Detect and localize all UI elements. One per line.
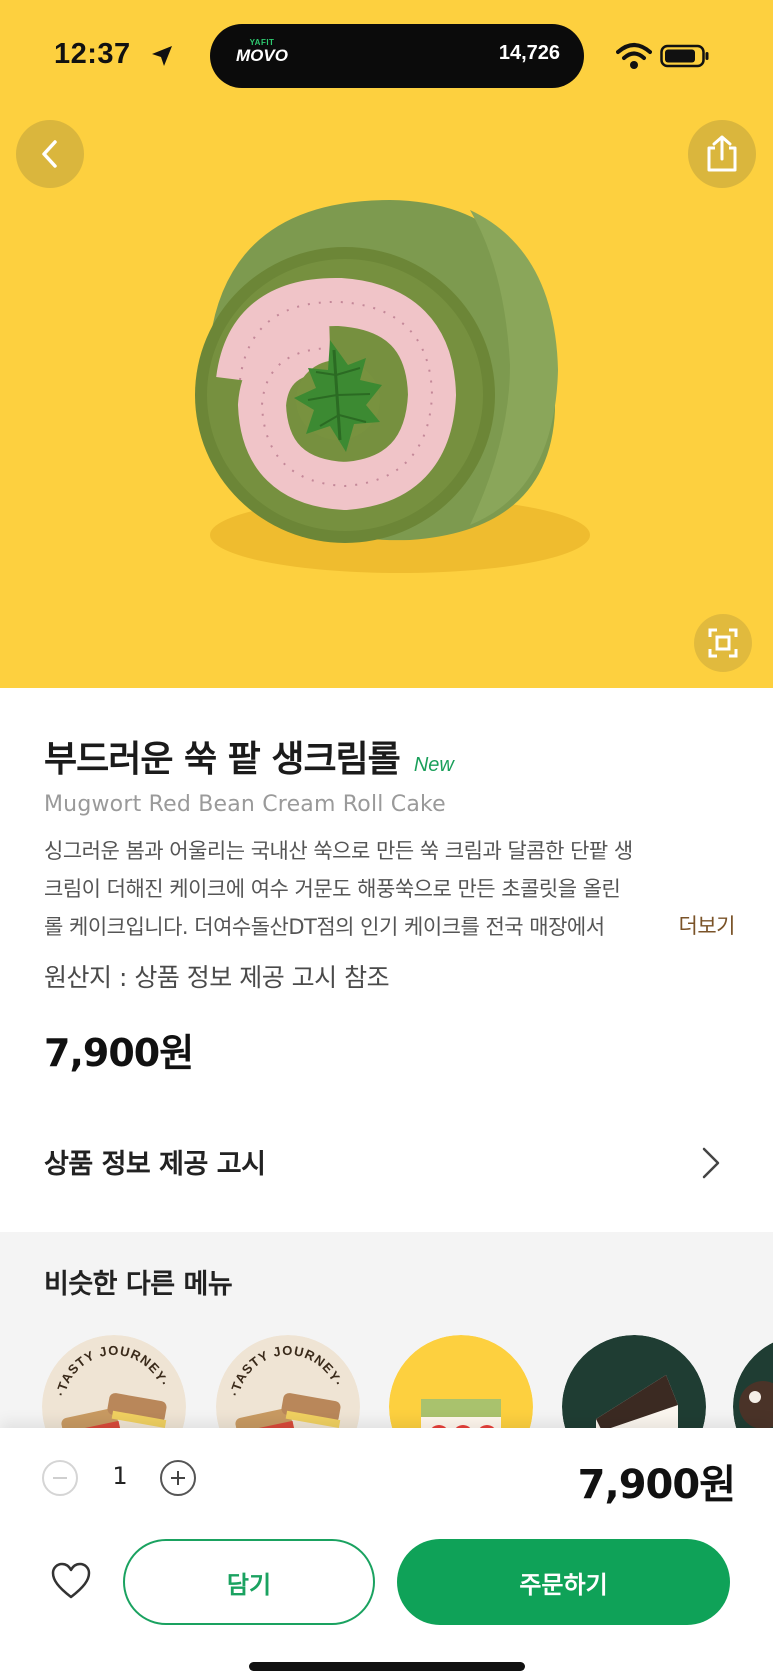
product-price: 7,900원	[44, 1031, 194, 1075]
origin-info: 원산지 : 상품 정보 제공 고시 참조	[44, 963, 390, 992]
share-icon	[707, 135, 737, 172]
order-bar: 1 7,900원 담기 주문하기	[0, 1428, 773, 1679]
product-name-en: Mugwort Red Bean Cream Roll Cake	[44, 792, 446, 817]
step-count: 14,726	[498, 42, 560, 64]
more-button[interactable]: 더보기	[620, 906, 736, 944]
battery-icon	[660, 44, 709, 68]
back-button[interactable]	[16, 120, 84, 188]
more-label: 더보기	[678, 914, 736, 938]
chevron-left-icon	[42, 140, 57, 168]
cake-image	[562, 1335, 706, 1432]
quantity-increase-button[interactable]	[160, 1460, 196, 1496]
similar-item-sandwich[interactable]: ·TASTY JOURNEY·	[216, 1335, 360, 1432]
location-arrow-icon	[152, 46, 172, 66]
heart-icon[interactable]	[50, 1562, 92, 1600]
product-name: 부드러운 쑥 팥 생크림롤	[44, 739, 401, 780]
wifi-icon	[616, 43, 652, 69]
cake-image	[733, 1342, 773, 1432]
order-label: 주문하기	[519, 1570, 608, 1599]
fullscreen-icon	[708, 628, 738, 658]
dynamic-island: YAFIT MOVO 14,726	[210, 24, 584, 88]
fullscreen-button[interactable]	[694, 614, 752, 672]
order-button[interactable]: 주문하기	[397, 1539, 730, 1625]
status-time: 12:37	[54, 38, 131, 70]
cake-image	[389, 1335, 533, 1432]
mugwort-roll-cake-image	[195, 200, 590, 573]
product-hero-image: 12:37 YAFIT MOVO 14,726	[0, 0, 773, 688]
similar-item-chocolate-cake[interactable]	[733, 1335, 773, 1432]
similar-item-matcha-strawberry-cake[interactable]	[389, 1335, 533, 1432]
sandwich-image: ·TASTY JOURNEY·	[216, 1335, 360, 1432]
product-notice-link[interactable]: 상품 정보 제공 고시	[0, 1125, 773, 1197]
description-line: 크림이 더해진 케이크에 여수 거문도 해풍쑥으로 만든 초콜릿을 올린	[44, 877, 621, 901]
step-app-logo-text: MOVO	[236, 46, 288, 65]
product-notice-label: 상품 정보 제공 고시	[44, 1148, 266, 1180]
step-app-logo: YAFIT MOVO	[232, 38, 292, 66]
new-badge: New	[413, 754, 454, 776]
total-price: 7,900원	[577, 1462, 736, 1508]
similar-menu-section: 비슷한 다른 메뉴 ·TASTY JOURNEY· ·TASTY JOURNEY…	[0, 1232, 773, 1432]
sandwich-image: ·TASTY JOURNEY·	[42, 1335, 186, 1432]
chevron-right-icon	[702, 1147, 720, 1179]
product-title-row: 부드러운 쑥 팥 생크림롤 New	[44, 730, 454, 782]
share-button[interactable]	[688, 120, 756, 188]
similar-item-strawberry-cake[interactable]	[562, 1335, 706, 1432]
quantity-value: 1	[112, 1462, 128, 1490]
similar-item-sandwich[interactable]: ·TASTY JOURNEY·	[42, 1335, 186, 1432]
add-to-cart-label: 담기	[226, 1570, 272, 1599]
add-to-cart-button[interactable]: 담기	[123, 1539, 375, 1625]
home-indicator[interactable]	[249, 1662, 525, 1671]
description-line: 싱그러운 봄과 어울리는 국내산 쑥으로 만든 쑥 크림과 달콤한 단팥 생	[44, 839, 633, 863]
quantity-decrease-button[interactable]	[42, 1460, 78, 1496]
similar-menu-title: 비슷한 다른 메뉴	[44, 1269, 233, 1300]
